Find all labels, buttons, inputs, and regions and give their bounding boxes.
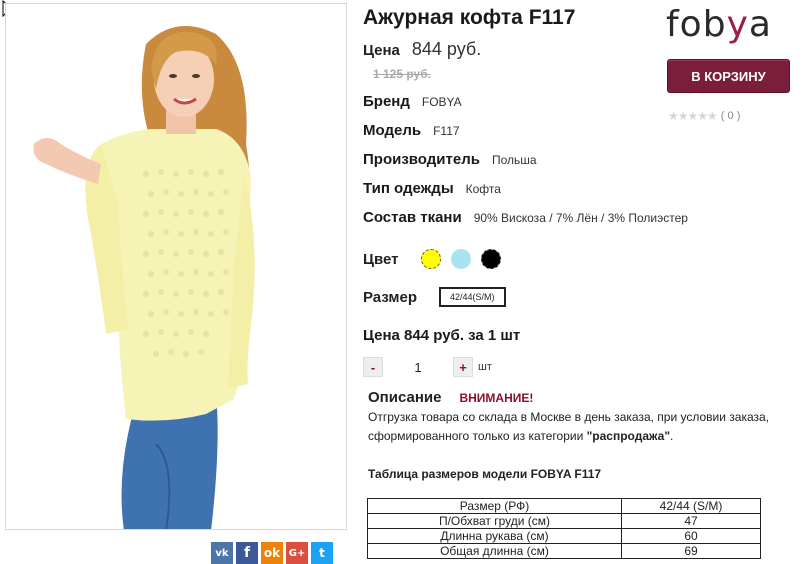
table-row: Размер (РФ) 42/44 (S/M) [367, 498, 761, 514]
old-price: 1 125 руб. [373, 67, 431, 81]
rating-count: ( 0 ) [720, 110, 741, 122]
spec-clothing-type: Тип одежды Кофта [363, 180, 501, 197]
description-header: Описание ВНИМАНИЕ! [368, 389, 533, 406]
spec-key: Модель [363, 122, 422, 139]
spec-value: Кофта [465, 182, 501, 196]
logo-text: fob [666, 4, 727, 45]
star-rating-icon[interactable]: ★★★★★ [668, 109, 718, 123]
price-per-unit: Цена 844 руб. за 1 шт [363, 327, 521, 344]
increase-quantity-button[interactable]: + [453, 357, 473, 377]
description-text-part: Отгрузка товара со склада в Москве в ден… [368, 410, 770, 443]
quantity-value[interactable]: 1 [383, 360, 453, 375]
description-text: Отгрузка товара со склада в Москве в ден… [368, 408, 808, 446]
google-plus-share-icon[interactable]: G+ [286, 542, 308, 564]
vk-share-icon[interactable]: vk [211, 542, 233, 564]
size-table-title: Таблица размеров модели FOBYA F117 [368, 467, 602, 481]
price-value: 844 руб. [411, 39, 482, 59]
table-cell: 47 [621, 513, 761, 529]
decrease-quantity-button[interactable]: - [363, 357, 383, 377]
size-table: Размер (РФ) 42/44 (S/M) П/Обхват груди (… [367, 498, 761, 559]
spec-value: F117 [433, 124, 460, 138]
quantity-stepper: - 1 + шт [363, 357, 492, 377]
product-photo[interactable] [5, 3, 347, 530]
spec-brand: Бренд FOBYA [363, 93, 462, 110]
rating[interactable]: ★★★★★ ( 0 ) [668, 109, 740, 123]
quantity-unit: шт [478, 361, 492, 373]
logo-text-end: a [748, 4, 772, 45]
color-label: Цвет [363, 250, 399, 268]
color-swatch-black[interactable] [481, 249, 502, 269]
table-cell: Длинна рукава (см) [367, 528, 622, 544]
spec-value: Польша [491, 153, 537, 167]
description-label: Описание [368, 389, 442, 406]
table-cell: Общая длинна (см) [367, 543, 622, 559]
social-share-bar: vk f ok G+ t [211, 542, 333, 564]
description-category: "распродажа" [586, 429, 671, 443]
description-text-end: . [670, 429, 674, 443]
add-to-cart-button[interactable]: В КОРЗИНУ [667, 59, 790, 93]
table-row: П/Обхват груди (см) 47 [367, 513, 761, 529]
table-row: Общая длинна (см) 69 [367, 543, 761, 559]
table-cell: 69 [621, 543, 761, 559]
table-cell: Размер (РФ) [367, 498, 622, 514]
spec-key: Бренд [363, 93, 410, 110]
twitter-share-icon[interactable]: t [311, 542, 333, 564]
odnoklassniki-share-icon[interactable]: ok [261, 542, 283, 564]
table-cell: 60 [621, 528, 761, 544]
size-selector: Размер 42/44(S/M) [363, 287, 506, 307]
spec-manufacturer: Производитель Польша [363, 151, 537, 168]
price-label: Цена [363, 42, 400, 59]
color-swatch-light-blue[interactable] [451, 249, 472, 269]
spec-key: Тип одежды [363, 180, 454, 197]
size-option-selected[interactable]: 42/44(S/M) [439, 287, 506, 307]
spec-model: Модель F117 [363, 122, 460, 139]
product-title: Ажурная кофта F117 [363, 6, 576, 29]
warning-label: ВНИМАНИЕ! [459, 391, 534, 405]
table-cell: П/Обхват груди (см) [367, 513, 622, 529]
color-selector: Цвет [363, 249, 502, 269]
brand-logo[interactable]: fobya [666, 4, 772, 45]
table-row: Длинна рукава (см) 60 [367, 528, 761, 544]
logo-accent: y [726, 4, 749, 45]
spec-value: 90% Вискоза / 7% Лён / 3% Полиэстер [473, 211, 688, 225]
facebook-share-icon[interactable]: f [236, 542, 258, 564]
spec-value: FOBYA [421, 95, 462, 109]
price-row: Цена 844 руб. [363, 39, 481, 60]
spec-fabric: Состав ткани 90% Вискоза / 7% Лён / 3% П… [363, 209, 688, 226]
size-label: Размер [363, 288, 418, 306]
spec-key: Производитель [363, 151, 480, 168]
table-cell: 42/44 (S/M) [621, 498, 761, 514]
spec-key: Состав ткани [363, 209, 462, 226]
color-swatch-yellow[interactable] [421, 249, 442, 269]
